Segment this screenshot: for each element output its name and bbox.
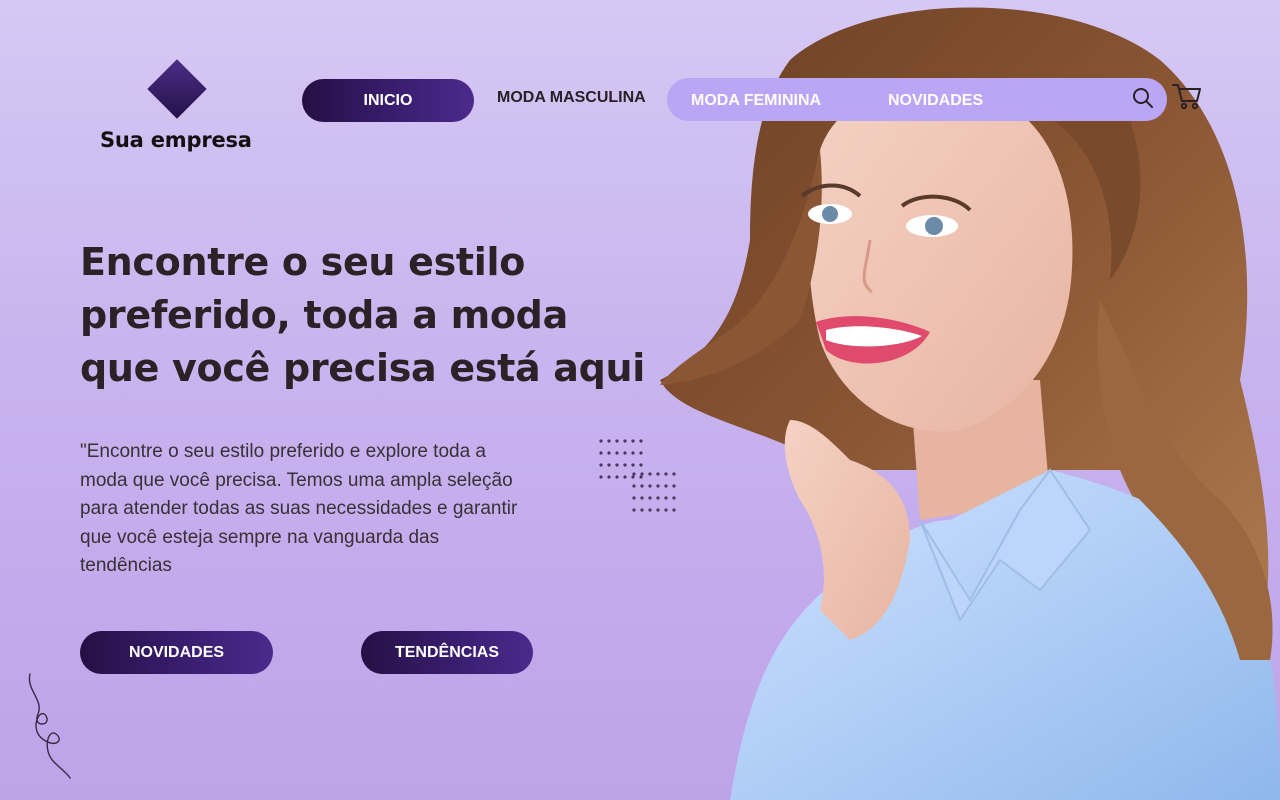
decor-dot [607,451,611,455]
decor-dot [632,472,636,476]
search-icon[interactable] [1131,86,1155,110]
decor-dot [623,463,627,467]
decor-dot [599,451,603,455]
decor-dot [631,463,635,467]
nav-item-inicio[interactable]: INICIO [302,79,474,122]
decor-dot [639,439,643,443]
description-line: moda que você precisa. Temos uma ampla s… [80,469,513,491]
decor-dot [639,475,643,479]
decor-dot [632,496,636,500]
tendencias-button[interactable]: TENDÊNCIAS [361,631,533,674]
decor-dot [672,484,676,488]
decor-dot [656,508,660,512]
decor-dot [640,508,644,512]
decor-dot [615,439,619,443]
decor-dot [607,463,611,467]
decor-dot [664,472,668,476]
novidades-button[interactable]: NOVIDADES [80,631,273,674]
decor-dot [648,472,652,476]
decor-dot [607,439,611,443]
brand-logo[interactable]: Sua empresa [96,58,256,158]
decor-dot [631,451,635,455]
decor-dot [640,472,644,476]
nav-item-moda-feminina[interactable]: MODA FEMININA [691,79,821,122]
headline-line: que você precisa está aqui [80,346,645,390]
dot-grid-decoration [599,439,676,512]
decor-dot [672,472,676,476]
decor-dot [615,475,619,479]
decor-dot [632,508,636,512]
decor-dot [615,451,619,455]
decor-dot [672,496,676,500]
decor-dot [623,451,627,455]
description-line: para atender todas as suas necessidades … [80,498,518,519]
headline-line: preferido, toda a moda [80,293,568,337]
description-line: "Encontre o seu estilo preferido e explo… [80,441,486,462]
decor-dot [615,463,619,467]
hero-description: "Encontre o seu estilo preferido e explo… [80,438,580,581]
diamond-logo-icon [147,59,207,119]
decor-dot [623,475,627,479]
decor-dot [664,484,668,488]
decor-dot [656,472,660,476]
headline-line: Encontre o seu estilo [80,240,526,284]
decor-dot [632,484,636,488]
nav-item-moda-masculina[interactable]: MODA MASCULINA [497,76,646,119]
decor-dot [648,496,652,500]
hero-headline: Encontre o seu estilo preferido, toda a … [80,236,660,395]
decor-dot [599,463,603,467]
decor-dot [623,439,627,443]
decor-dot [639,451,643,455]
decor-dot [599,475,603,479]
cart-icon[interactable] [1171,80,1203,112]
decor-dot [672,508,676,512]
decor-dot [664,508,668,512]
squiggle-decoration [28,673,71,779]
decor-dot [648,508,652,512]
decor-dot [656,484,660,488]
nav-item-novidades[interactable]: NOVIDADES [888,79,983,122]
decor-dot [631,439,635,443]
decor-dot [656,496,660,500]
decor-dot [631,475,635,479]
decor-dot [607,475,611,479]
description-line: tendências [80,555,172,576]
decor-dot [648,484,652,488]
decor-dot [640,484,644,488]
decor-dot [639,463,643,467]
brand-name: Sua empresa [100,128,252,152]
description-line: que você esteja sempre na vanguarda das [80,526,440,548]
decor-dot [640,496,644,500]
decor-dot [664,496,668,500]
decor-dot [599,439,603,443]
